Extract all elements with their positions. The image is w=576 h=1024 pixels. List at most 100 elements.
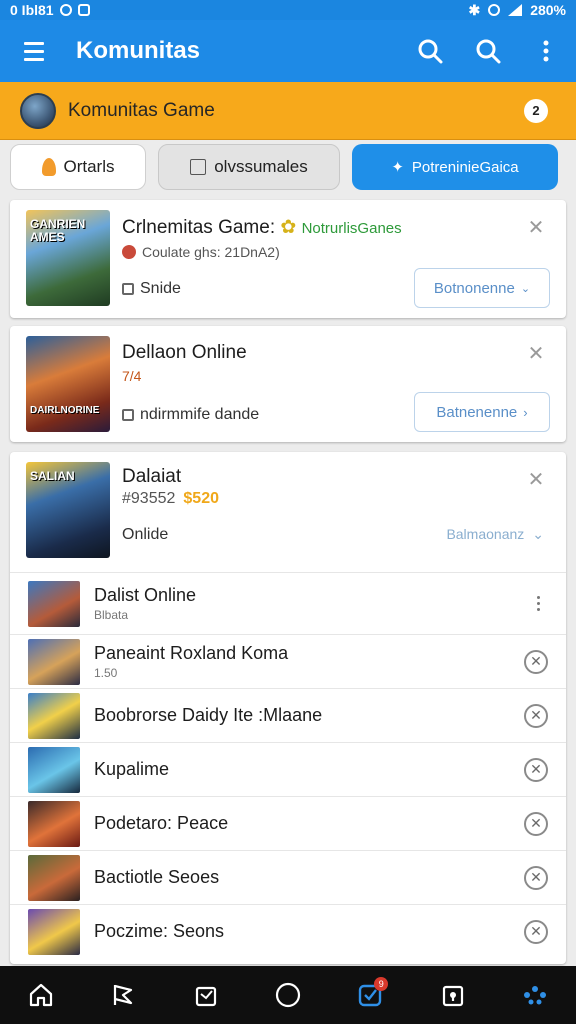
leaf-icon: ✿ [280,217,297,238]
game-thumbnail: SALIAN [26,462,110,558]
chevron-down-icon: ⌄ [532,526,544,542]
card-meta: ndirmmife dande [122,406,259,424]
list-item-subtitle: Blbata [94,608,129,622]
list-item[interactable]: Bactiotle Seoes ✕ [10,850,566,904]
bag-icon[interactable] [184,973,228,1017]
button-label: Batnenenne [436,403,518,421]
filter-chips: Ortarls olvssumales ✦ PotreninieGaica [10,144,566,194]
list-item[interactable]: Kupalime ✕ [10,742,566,796]
card-subtitle: #93552 $520 [122,490,219,508]
game-thumbnail [28,854,80,901]
list-item-subtitle: 1.50 [94,666,118,680]
signal-icon [508,4,523,16]
game-thumbnail [28,638,80,685]
remove-icon[interactable]: ✕ [524,703,548,728]
status-left-text: 0 Ibl81 [10,2,54,18]
remove-icon[interactable]: ✕ [524,919,548,944]
list-item-title: Boobrorse Daidy Ite :Mlaane [94,705,323,725]
card-subtitle: Coulate ghs: 21DnA2) [122,244,280,260]
home-icon[interactable] [19,973,63,1017]
remove-icon[interactable]: ✕ [524,757,548,782]
avatar [20,92,56,129]
overflow-menu-icon[interactable] [526,31,566,71]
list-item-title: Podetaro: Peace [94,813,229,833]
status-bar: 0 Ibl81 ✱ 280% [0,0,576,20]
card-title: Crlnemitas Game: ✿ NotrurlisGanes [122,216,402,239]
thumbnail-text: GANRIEN AMES [30,217,86,244]
card-action-button[interactable]: Batnenenne › [414,392,550,432]
card-meta-text: ndirmmife dande [140,406,260,423]
chip-discussions[interactable]: olvssumales [158,144,340,190]
card-title: Dellaon Online [122,342,247,363]
bottom-navigation: 9 [0,966,576,1024]
close-icon[interactable]: ✕ [526,470,546,490]
card-title-text: Crlnemitas Game: [122,217,276,238]
tasks-icon[interactable]: 9 [348,973,392,1017]
alert-icon [122,245,136,259]
list-item[interactable]: Boobrorse Daidy Ite :Mlaane ✕ [10,688,566,742]
lock-icon [122,409,134,421]
close-icon[interactable]: ✕ [526,344,546,364]
community-banner[interactable]: Komunitas Game 2 [0,82,576,140]
menu-icon[interactable] [14,31,54,71]
chip-label: Ortarls [63,157,115,176]
remove-icon[interactable]: ✕ [524,811,548,836]
card-subtitle-text: Coulate ghs: 21DnA2) [142,244,280,260]
circle-home-icon[interactable] [266,973,310,1017]
flag-icon[interactable] [101,973,145,1017]
chip-popular-games[interactable]: ✦ PotreninieGaica [352,144,558,190]
button-label: Botnonenne [433,279,515,297]
lock-icon[interactable] [431,973,475,1017]
list-item-title: Bactiotle Seoes [94,867,220,887]
lock-icon [122,283,134,295]
button-label: Balmaonanz [446,526,525,542]
featured-card[interactable]: DAIRLNORINE Dellaon Online 7/4 ndirmmife… [10,326,566,442]
battery-level: 280% [530,2,566,18]
card-meta-text: Snide [140,280,181,297]
notification-badge[interactable]: 2 [524,98,548,123]
page-title: Komunitas [76,37,201,64]
bluetooth-icon: ✱ [468,1,481,18]
remove-icon[interactable]: ✕ [524,865,548,890]
close-icon[interactable]: ✕ [526,218,546,238]
card-title: Dalaiat [122,466,182,487]
thumbnail-text: DAIRLNORINE [30,405,100,416]
card-meta: Snide [122,280,181,298]
document-icon [190,159,207,175]
card-subtitle-text: #93552 [122,490,176,507]
search-icon-secondary[interactable] [468,31,508,71]
flame-icon [41,158,56,176]
app-bar: Komunitas [0,20,576,82]
list-item-title: Dalist Online [94,585,197,605]
game-thumbnail [28,908,80,955]
featured-card[interactable]: GANRIEN AMES Crlnemitas Game: ✿ Notrurli… [10,200,566,318]
banner-title: Komunitas Game [68,99,215,121]
card-meta: Onlide [122,526,169,543]
card-action-button[interactable]: Balmaonanz ⌄ [446,526,544,543]
remove-icon[interactable]: ✕ [524,649,548,674]
list-item[interactable]: Podetaro: Peace ✕ [10,796,566,850]
list-item-title: Poczime: Seons [94,921,225,941]
card-title-accent: NotrurlisGanes [301,220,402,237]
list-item[interactable]: Dalist Online Blbata [10,572,566,634]
game-thumbnail: GANRIEN AMES [26,210,110,306]
sparkle-icon: ✦ [391,159,404,176]
chip-label: olvssumales [214,157,308,176]
card-action-button[interactable]: Botnonenne ⌄ [414,268,550,308]
alarm-icon [488,4,501,16]
list-item[interactable]: Poczime: Seons ✕ [10,904,566,958]
chevron-down-icon: ⌄ [520,282,531,295]
nav-badge: 9 [374,977,389,991]
list-item[interactable]: Paneaint Roxland Koma 1.50 ✕ [10,634,566,688]
game-thumbnail: DAIRLNORINE [26,336,110,432]
featured-card[interactable]: SALIAN Dalaiat #93552 $520 Onlide ✕ Balm… [10,452,566,964]
more-options-icon[interactable] [537,596,540,611]
search-icon[interactable] [410,31,450,71]
community-icon[interactable] [513,973,557,1017]
chip-label: PotreninieGaica [411,158,519,176]
chip-trending[interactable]: Ortarls [10,144,146,190]
list-item-title: Paneaint Roxland Koma [94,643,289,663]
game-thumbnail [28,580,80,627]
notification-icon [77,4,90,16]
game-thumbnail [28,746,80,793]
